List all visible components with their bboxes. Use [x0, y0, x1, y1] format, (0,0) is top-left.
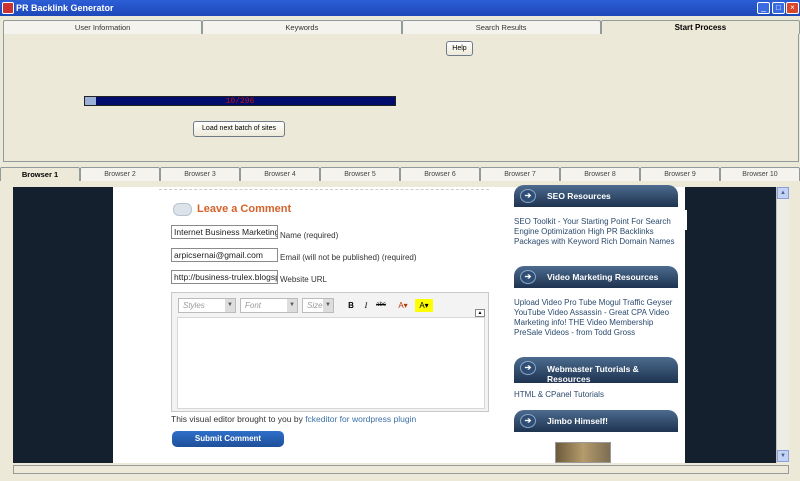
submit-comment-button[interactable]: Submit Comment [172, 431, 284, 447]
scroll-up-icon[interactable]: ▲ [777, 187, 789, 199]
name-input[interactable]: Internet Business Marketing [171, 225, 278, 239]
bg-color-button[interactable]: A▾ [415, 299, 433, 312]
editor-toolbar: Styles ▼ Font ▼ Size ▼ B I abc A▾ A▾ [176, 298, 476, 314]
font-select-label: Font [245, 301, 262, 310]
app-icon [2, 2, 14, 14]
browser-tabs: Browser 1 Browser 2 Browser 3 Browser 4 … [0, 167, 800, 181]
sidebar-heading-seo: ➔ SEO Resources [514, 185, 678, 207]
tab-browser-6[interactable]: Browser 6 [400, 167, 480, 181]
comment-heading: Leave a Comment [197, 203, 292, 215]
collapse-toolbar-icon[interactable]: ▲ [475, 309, 485, 317]
editor-credit: This visual editor brought to you by fck… [171, 414, 416, 424]
tab-browser-8[interactable]: Browser 8 [560, 167, 640, 181]
styles-select-label: Styles [183, 301, 205, 310]
window-title: PR Backlink Generator [16, 3, 114, 13]
comment-textarea[interactable] [177, 317, 485, 409]
bold-button[interactable]: B [344, 299, 358, 312]
styles-select[interactable]: Styles ▼ [178, 298, 236, 313]
strikethrough-button[interactable]: abc [374, 299, 388, 312]
chevron-down-icon: ▼ [323, 299, 333, 312]
email-label: Email (will not be published) (required) [280, 253, 417, 262]
scroll-down-icon[interactable]: ▼ [777, 450, 789, 462]
main-tabs: User Information Keywords Search Results… [3, 20, 800, 34]
email-input[interactable]: arpicsernai@gmail.com [171, 248, 278, 262]
status-bar [13, 465, 789, 474]
sidebar-heading-text: Jimbo Himself! [547, 416, 608, 426]
tab-start-process[interactable]: Start Process [600, 20, 800, 34]
help-button[interactable]: Help [446, 41, 473, 56]
text-color-icon: A [398, 301, 404, 310]
arrow-right-icon: ➔ [520, 361, 536, 375]
tab-browser-4[interactable]: Browser 4 [240, 167, 320, 181]
speech-bubble-icon [173, 203, 192, 216]
size-select[interactable]: Size ▼ [302, 298, 334, 313]
size-select-label: Size [307, 301, 323, 310]
vertical-scrollbar[interactable]: ▲ ▼ [776, 187, 789, 463]
chevron-down-icon: ▼ [287, 299, 297, 312]
tab-search-results[interactable]: Search Results [401, 20, 601, 34]
website-input[interactable]: http://business-trulex.blogspot.com [171, 270, 278, 284]
arrow-right-icon: ➔ [520, 189, 536, 203]
name-label: Name (required) [280, 231, 339, 240]
divider [159, 189, 489, 190]
sidebar-heading-text: SEO Resources [547, 191, 611, 201]
tab-browser-2[interactable]: Browser 2 [80, 167, 160, 181]
sidebar-decoration [677, 210, 687, 230]
arrow-right-icon: ➔ [520, 270, 536, 284]
tab-browser-9[interactable]: Browser 9 [640, 167, 720, 181]
tab-browser-10[interactable]: Browser 10 [720, 167, 800, 181]
title-bar: PR Backlink Generator [0, 0, 800, 16]
rich-text-editor: Styles ▼ Font ▼ Size ▼ B I abc A▾ A▾ ▲ [171, 292, 489, 412]
tab-browser-7[interactable]: Browser 7 [480, 167, 560, 181]
sidebar-links-webmaster[interactable]: HTML & CPanel Tutorials [514, 389, 678, 401]
arrow-right-icon: ➔ [520, 414, 536, 428]
progress-text: 10/296 [225, 97, 255, 106]
tab-keywords[interactable]: Keywords [202, 20, 402, 34]
text-color-button[interactable]: A▾ [394, 299, 412, 312]
tab-browser-3[interactable]: Browser 3 [160, 167, 240, 181]
editor-credit-text: This visual editor brought to you by [171, 414, 306, 424]
sidebar-heading-webmaster: ➔ Webmaster Tutorials & Resources [514, 357, 678, 384]
fckeditor-link[interactable]: fckeditor for wordpress plugin [305, 414, 416, 424]
tab-browser-5[interactable]: Browser 5 [320, 167, 400, 181]
sidebar-heading-text: Video Marketing Resources [547, 272, 659, 282]
sidebar-heading-video: ➔ Video Marketing Resources [514, 266, 678, 288]
italic-button[interactable]: I [359, 299, 373, 312]
maximize-icon[interactable]: □ [772, 2, 785, 14]
sidebar-heading-jimbo: ➔ Jimbo Himself! [514, 410, 678, 432]
tab-user-information[interactable]: User Information [3, 20, 203, 34]
minimize-icon[interactable]: _ [757, 2, 770, 14]
sidebar-heading-text: Webmaster Tutorials & Resources [547, 364, 639, 384]
font-select[interactable]: Font ▼ [240, 298, 298, 313]
sidebar-links-seo[interactable]: SEO Toolkit - Your Starting Point For Se… [514, 216, 678, 250]
progress-bar: 10/296 [84, 96, 396, 106]
chevron-down-icon: ▼ [225, 299, 235, 312]
tab-browser-1[interactable]: Browser 1 [0, 167, 80, 181]
profile-photo[interactable] [555, 442, 611, 463]
load-next-batch-button[interactable]: Load next batch of sites [193, 121, 285, 137]
sidebar-links-video[interactable]: Upload Video Pro Tube Mogul Traffic Geys… [514, 297, 678, 349]
highlight-icon: A [419, 301, 425, 310]
close-icon[interactable]: × [786, 2, 799, 14]
website-label: Website URL [280, 275, 327, 284]
